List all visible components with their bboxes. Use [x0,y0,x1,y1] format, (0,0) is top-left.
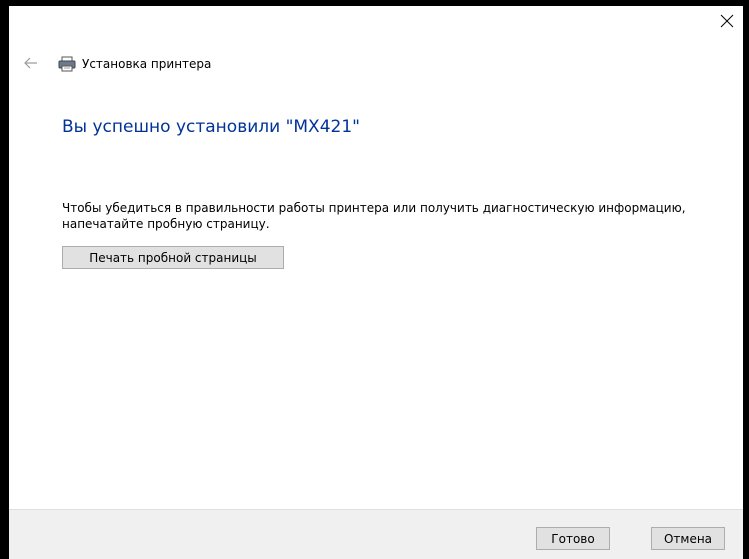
success-heading: Вы успешно установили "MX421" [62,117,360,137]
dialog-title: Установка принтера [82,57,212,71]
close-icon [720,14,734,28]
dialog-title-row: Установка принтера [58,54,211,74]
print-test-page-button[interactable]: Печать пробной страницы [62,246,284,269]
back-arrow-icon [24,57,37,69]
back-button[interactable] [21,54,41,72]
cancel-button[interactable]: Отмена [651,527,725,550]
dialog-footer: Готово Отмена [9,509,743,559]
finish-button[interactable]: Готово [536,527,610,550]
close-button[interactable] [711,6,743,36]
screen-frame: Установка принтера Вы успешно установили… [0,0,749,559]
printer-setup-dialog: Установка принтера Вы успешно установили… [9,6,743,559]
printer-icon [58,56,76,72]
test-page-description: Чтобы убедиться в правильности работы пр… [62,201,686,231]
